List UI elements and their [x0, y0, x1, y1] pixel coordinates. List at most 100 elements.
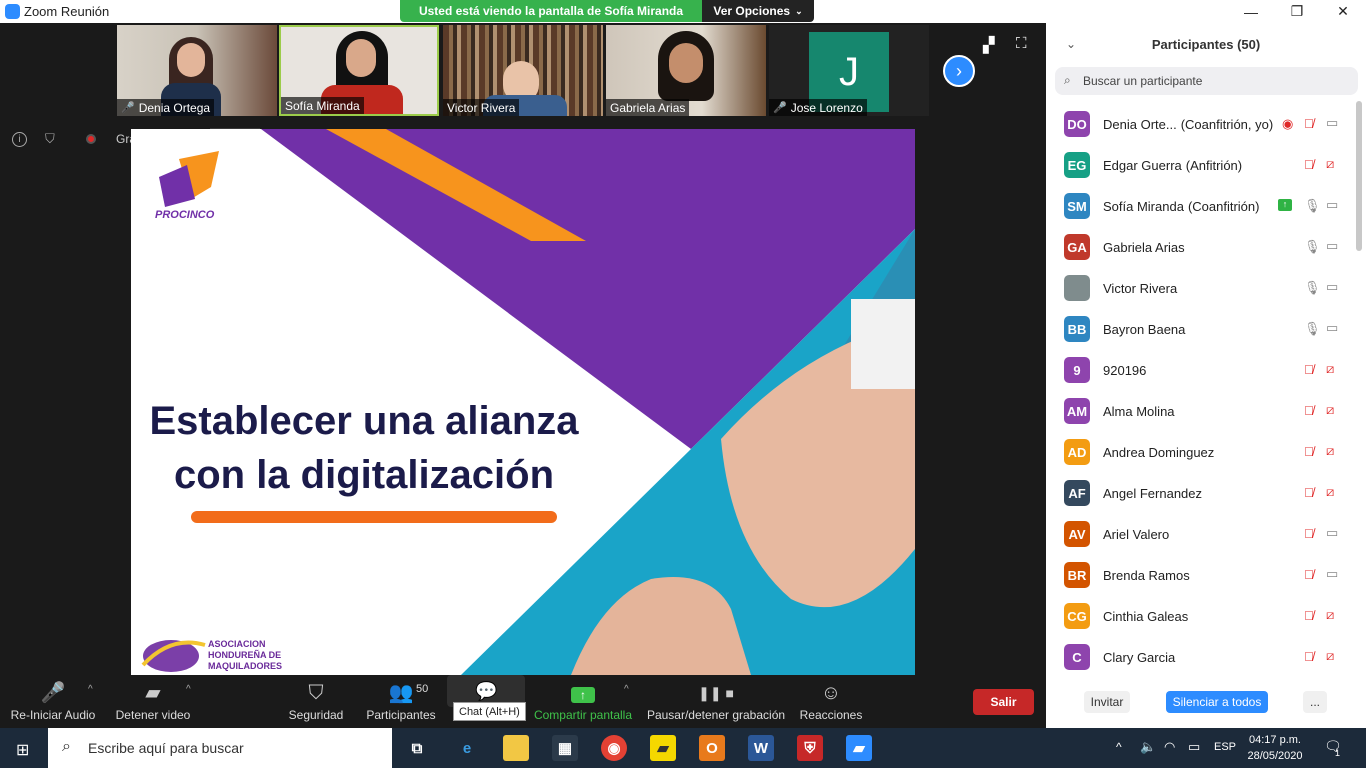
participant-row[interactable]: 9 920196 🎙̸ ⧄: [1064, 353, 1354, 387]
mic-muted-icon[interactable]: 🎙̸: [1304, 157, 1314, 172]
taskbar-search-box[interactable]: ⌕ Escribe aquí para buscar: [48, 728, 392, 768]
video-icon[interactable]: ▭: [1326, 279, 1338, 295]
video-thumbnail-active-speaker[interactable]: Sofía Miranda: [279, 25, 439, 116]
info-icon[interactable]: i: [12, 132, 27, 147]
notifications-count: 1: [1335, 748, 1341, 758]
maximize-button[interactable]: ❐: [1274, 0, 1320, 23]
mic-muted-icon[interactable]: 🎙̸: [1304, 608, 1314, 623]
participant-row[interactable]: EG Edgar Guerra (Anfitrión) 🎙̸ ⧄: [1064, 148, 1354, 182]
shield-icon[interactable]: ⛉: [45, 131, 55, 147]
tray-caret-icon[interactable]: ^: [1116, 740, 1122, 754]
participants-label: Participantes: [366, 708, 436, 722]
leave-button[interactable]: Salir: [973, 689, 1034, 715]
wifi-icon[interactable]: ◠: [1164, 739, 1175, 755]
participant-row[interactable]: AD Andrea Dominguez 🎙̸ ⧄: [1064, 435, 1354, 469]
audio-button[interactable]: 🎤 Re-Iniciar Audio: [8, 675, 98, 728]
mic-icon[interactable]: 🎙: [1304, 198, 1321, 214]
mic-icon[interactable]: 🎙: [1304, 239, 1321, 255]
fullscreen-icon[interactable]: ⛶: [1016, 35, 1027, 52]
view-options-button[interactable]: Ver Opciones ⌄: [702, 0, 814, 22]
video-off-icon[interactable]: ⧄: [1326, 443, 1334, 459]
video-off-icon[interactable]: ⧄: [1326, 156, 1334, 172]
file-explorer-icon[interactable]: [503, 735, 529, 761]
edge-browser-icon[interactable]: e: [454, 735, 480, 761]
windows-start-icon[interactable]: ⊞: [16, 740, 29, 760]
participants-button[interactable]: 👥 Participantes: [362, 675, 440, 728]
participant-row[interactable]: BB Bayron Baena 🎙 ▭: [1064, 312, 1354, 346]
store-icon[interactable]: ▦: [552, 735, 578, 761]
participant-row[interactable]: Victor Rivera 🎙 ▭: [1064, 271, 1354, 305]
zoom-taskbar-icon[interactable]: ▰: [846, 735, 872, 761]
security-label: Seguridad: [288, 708, 344, 722]
audio-options-caret-icon[interactable]: ^: [88, 684, 93, 695]
battery-icon[interactable]: ▭: [1188, 739, 1200, 755]
participant-row[interactable]: SM Sofía Miranda (Coanfitrión) ↑ 🎙 ▭: [1064, 189, 1354, 223]
more-options-button[interactable]: ...: [1303, 691, 1327, 713]
video-off-icon[interactable]: ⧄: [1326, 484, 1334, 500]
thumbnail-name-tag: Sofía Miranda: [281, 97, 364, 114]
word-icon[interactable]: W: [748, 735, 774, 761]
video-icon[interactable]: ▭: [1326, 115, 1338, 131]
video-options-caret-icon[interactable]: ^: [186, 684, 191, 695]
video-off-icon[interactable]: ⧄: [1326, 648, 1334, 664]
video-icon[interactable]: ▭: [1326, 320, 1338, 336]
share-arrow-icon: ↑: [571, 687, 595, 703]
participant-row[interactable]: DO Denia Orte... (Coanfitrión, yo) ◉ 🎙̸ ▭: [1064, 107, 1354, 141]
record-button[interactable]: ❚❚ ■ Pausar/detener grabación: [646, 675, 786, 728]
clock[interactable]: 04:17 p.m. 28/05/2020: [1242, 732, 1308, 764]
minimize-button[interactable]: —: [1228, 0, 1274, 23]
video-thumbnail[interactable]: J 🎤 Jose Lorenzo: [769, 25, 929, 116]
mic-muted-icon[interactable]: 🎙̸: [1304, 526, 1314, 541]
video-off-icon[interactable]: ⧄: [1326, 361, 1334, 377]
mic-icon[interactable]: 🎙: [1304, 280, 1321, 296]
video-thumbnail[interactable]: Gabriela Arias: [606, 25, 766, 116]
record-label: Pausar/detener grabación: [646, 708, 786, 722]
video-icon[interactable]: ▭: [1326, 566, 1338, 582]
chrome-icon[interactable]: ◉: [601, 735, 627, 761]
avatar: AV: [1064, 521, 1090, 547]
participant-row[interactable]: GA Gabriela Arias 🎙 ▭: [1064, 230, 1354, 264]
share-screen-button[interactable]: ↑ Compartir pantalla: [532, 675, 634, 728]
participant-row[interactable]: C Clary Garcia 🎙̸ ⧄: [1064, 640, 1354, 674]
task-view-icon[interactable]: ⧉: [404, 735, 430, 761]
participant-search-field[interactable]: ⌕ Buscar un participante: [1055, 67, 1358, 95]
reactions-button[interactable]: ☺ Reacciones: [798, 675, 864, 728]
mic-icon[interactable]: 🎙: [1304, 321, 1321, 337]
mic-muted-icon[interactable]: 🎙̸: [1304, 116, 1314, 131]
video-thumbnail[interactable]: 🎤 Denia Ortega: [117, 25, 277, 116]
mic-muted-icon[interactable]: 🎙̸: [1304, 362, 1314, 377]
gallery-view-icon[interactable]: ▞: [983, 36, 995, 54]
scrollbar[interactable]: [1356, 101, 1362, 251]
thumbnail-name-tag: Victor Rivera: [443, 99, 520, 116]
mic-muted-icon[interactable]: 🎙̸: [1304, 444, 1314, 459]
security-app-icon[interactable]: ⛨: [797, 735, 823, 761]
volume-icon[interactable]: 🔈: [1140, 739, 1156, 755]
participant-row[interactable]: AM Alma Molina 🎙̸ ⧄: [1064, 394, 1354, 428]
video-icon[interactable]: ▭: [1326, 197, 1338, 213]
security-button[interactable]: ⛉ Seguridad: [282, 675, 350, 728]
sticky-notes-icon[interactable]: ▰: [650, 735, 676, 761]
video-button[interactable]: ▰ Detener video: [110, 675, 196, 728]
participant-row[interactable]: AF Angel Fernandez 🎙̸ ⧄: [1064, 476, 1354, 510]
mute-all-button[interactable]: Silenciar a todos: [1166, 691, 1268, 713]
share-options-caret-icon[interactable]: ^: [624, 684, 629, 695]
video-icon[interactable]: ▭: [1326, 238, 1338, 254]
meeting-toolbar: 🎤 Re-Iniciar Audio ^ ▰ Detener video ^ ⛉ Se…: [0, 675, 1046, 728]
mic-muted-icon[interactable]: 🎙̸: [1304, 567, 1314, 582]
video-off-icon[interactable]: ⧄: [1326, 607, 1334, 623]
video-icon[interactable]: ▭: [1326, 525, 1338, 541]
close-button[interactable]: ✕: [1320, 0, 1366, 23]
outlook-icon[interactable]: O: [699, 735, 725, 761]
mic-muted-icon[interactable]: 🎙̸: [1304, 649, 1314, 664]
mic-muted-icon[interactable]: 🎙̸: [1304, 485, 1314, 500]
video-thumbnail[interactable]: Victor Rivera: [443, 25, 603, 116]
invite-button[interactable]: Invitar: [1084, 691, 1130, 713]
next-page-arrow-icon[interactable]: ›: [943, 55, 975, 87]
chat-icon: 💬: [475, 681, 498, 701]
participant-row[interactable]: BR Brenda Ramos 🎙̸ ▭: [1064, 558, 1354, 592]
participant-row[interactable]: CG Cinthia Galeas 🎙̸ ⧄: [1064, 599, 1354, 633]
video-off-icon[interactable]: ⧄: [1326, 402, 1334, 418]
mic-muted-icon[interactable]: 🎙̸: [1304, 403, 1314, 418]
input-language[interactable]: ESP: [1214, 741, 1236, 753]
participant-row[interactable]: AV Ariel Valero 🎙̸ ▭: [1064, 517, 1354, 551]
